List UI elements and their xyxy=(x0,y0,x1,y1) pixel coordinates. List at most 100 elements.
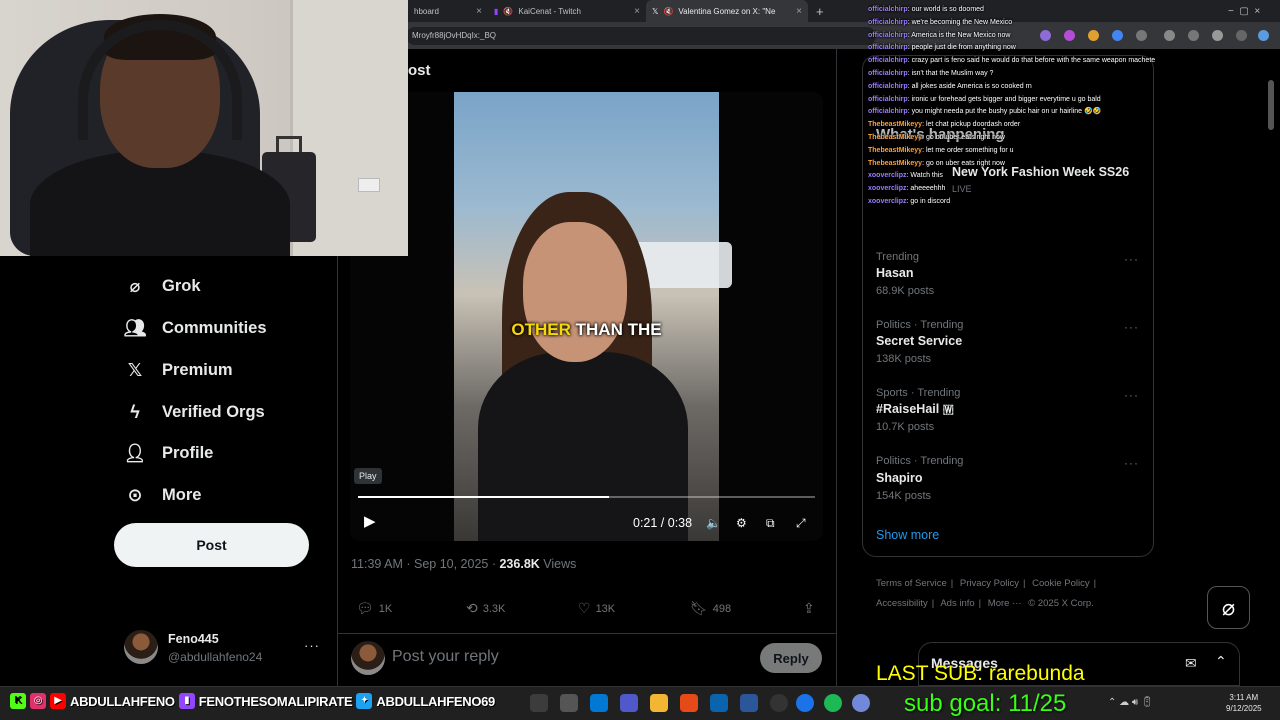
reply-action[interactable]: 💬︎ 1K xyxy=(356,600,392,617)
chat-message: ThebeastMikeyy: go on uber eats right no… xyxy=(868,158,1208,171)
video-player[interactable]: OTHER THAN THE Play ▶ 0:21 / 0:38 🔈 ⚙ ⧉ … xyxy=(350,92,823,541)
close-icon[interactable]: × xyxy=(476,6,482,17)
settings-gear-icon[interactable]: ⚙ xyxy=(736,516,747,530)
twitch-icon: ▮ xyxy=(178,693,195,709)
more-options-icon[interactable]: ··· xyxy=(304,638,320,653)
chat-username[interactable]: officialchirp xyxy=(868,70,908,77)
sidebar-item-grok[interactable]: ⌀ Grok xyxy=(124,275,201,297)
chat-username[interactable]: ThebeastMikeyy xyxy=(868,134,922,141)
new-message-icon[interactable]: ✉ xyxy=(1185,655,1197,672)
sidebar-item-verified-orgs[interactable]: ϟ Verified Orgs xyxy=(124,401,264,423)
accessibility-link[interactable]: Accessibility xyxy=(876,598,928,609)
chat-username[interactable]: ThebeastMikeyy xyxy=(868,121,922,128)
chevron-up-icon[interactable]: ⌃ xyxy=(1215,653,1227,670)
privacy-link[interactable]: Privacy Policy xyxy=(960,578,1019,589)
tab-x-post[interactable]: 𝕏 🔇 Valentina Gomez on X: "Ne × xyxy=(646,0,808,22)
bookmark-action[interactable]: 🔖︎ 498 xyxy=(690,600,731,617)
trend-item-secret-service[interactable]: Secret Service xyxy=(876,334,962,348)
chat-username[interactable]: officialchirp xyxy=(868,6,908,13)
terms-link[interactable]: Terms of Service xyxy=(876,578,947,589)
reply-button[interactable]: Reply xyxy=(760,643,822,673)
picture-in-picture-icon[interactable]: ⧉ xyxy=(766,516,775,531)
tab-twitch[interactable]: ▮ 🔇 KaiCenat - Twitch × xyxy=(488,0,646,22)
sidebar-item-profile[interactable]: 👤︎ Profile xyxy=(123,442,214,464)
discord-icon[interactable] xyxy=(852,694,870,712)
chrome-icon[interactable] xyxy=(796,694,814,712)
file-explorer-icon[interactable] xyxy=(650,694,668,712)
chat-username[interactable]: officialchirp xyxy=(868,32,908,39)
chat-message: officialchirp: you might needa put the b… xyxy=(868,106,1208,119)
avatar[interactable] xyxy=(351,641,385,675)
chat-username[interactable]: officialchirp xyxy=(868,108,908,115)
cookie-link[interactable]: Cookie Policy xyxy=(1032,578,1090,589)
chat-message: officialchirp: ironic ur forehead gets b… xyxy=(868,94,1208,107)
play-icon[interactable]: ▶ xyxy=(364,512,376,530)
chat-username[interactable]: xooverclipz xyxy=(868,172,907,179)
profile-icon[interactable] xyxy=(1212,30,1223,41)
tab-dashboard[interactable]: hboard × xyxy=(408,0,488,22)
search-icon[interactable] xyxy=(530,694,548,712)
video-progress-bar[interactable] xyxy=(358,496,815,498)
menu-icon[interactable] xyxy=(1236,30,1247,41)
sidebar-item-communities[interactable]: 👥︎ Communities xyxy=(124,317,267,339)
spotify-icon[interactable] xyxy=(824,694,842,712)
url-input[interactable]: Mroyfr88jOvHDqIx:_BQ xyxy=(406,27,876,45)
person-icon: 👤︎ xyxy=(123,442,147,463)
outlook-icon[interactable] xyxy=(710,694,728,712)
repost-action[interactable]: ⟲ 3.3K xyxy=(466,600,505,617)
close-icon[interactable]: × xyxy=(796,6,802,17)
chat-text: : isn't that the Muslim way ? xyxy=(907,69,994,77)
post-timestamp[interactable]: 11:39 AM · Sep 10, 2025 · xyxy=(351,557,499,571)
chat-username[interactable]: xooverclipz xyxy=(868,198,907,205)
mute-icon[interactable]: 🔇 xyxy=(663,7,673,16)
chat-username[interactable]: officialchirp xyxy=(868,44,908,51)
volume-icon[interactable]: 🔈 xyxy=(706,516,721,530)
office-icon[interactable] xyxy=(680,694,698,712)
system-clock[interactable]: 3:11 AM 9/12/2025 xyxy=(1226,692,1262,714)
grok-floating-button[interactable]: ⌀ xyxy=(1207,586,1250,629)
post-button[interactable]: Post xyxy=(114,523,309,567)
url-text: Mroyfr88jOvHDqIx:_BQ xyxy=(412,31,497,40)
reply-input[interactable]: Post your reply xyxy=(392,648,499,666)
trend-context: Trending xyxy=(876,251,920,263)
obs-icon[interactable] xyxy=(770,694,788,712)
sidebar-item-premium[interactable]: 𝕏 Premium xyxy=(124,359,233,381)
like-action[interactable]: ♡ 13K xyxy=(578,600,615,617)
trend-item-raisehail[interactable]: #RaiseHail 🇼 xyxy=(876,402,954,417)
ads-info-link[interactable]: Ads info xyxy=(940,598,974,609)
fullscreen-icon[interactable]: ⤢ xyxy=(796,516,806,531)
store-icon[interactable] xyxy=(740,694,758,712)
more-options-icon[interactable]: ··· xyxy=(1124,320,1139,334)
sidebar-item-label: Premium xyxy=(162,360,233,379)
chat-username[interactable]: xooverclipz xyxy=(868,185,907,192)
chat-username[interactable]: ThebeastMikeyy xyxy=(868,147,922,154)
chat-username[interactable]: ThebeastMikeyy xyxy=(868,160,922,167)
show-more-link[interactable]: Show more xyxy=(876,528,939,542)
chat-text: : Watch this xyxy=(906,172,943,180)
chat-username[interactable]: officialchirp xyxy=(868,57,908,64)
share-action[interactable]: ⇪ xyxy=(803,600,815,617)
copilot-icon[interactable] xyxy=(1258,30,1269,41)
chat-message: officialchirp: all jokes aside America i… xyxy=(868,81,1208,94)
scrollbar[interactable] xyxy=(1268,80,1274,130)
chat-username[interactable]: officialchirp xyxy=(868,83,908,90)
system-tray-icons[interactable]: ⌃ ☁ 🔊︎ 🔋︎ xyxy=(1108,697,1154,708)
more-options-icon[interactable]: ··· xyxy=(1124,388,1139,402)
new-tab-button[interactable]: + xyxy=(810,0,828,22)
teams-icon[interactable] xyxy=(620,694,638,712)
edge-icon[interactable] xyxy=(590,694,608,712)
mute-icon[interactable]: 🔇 xyxy=(503,7,513,16)
footer-more-link[interactable]: More ··· xyxy=(988,598,1022,609)
account-switcher[interactable]: Feno445 @abdullahfeno24 ··· xyxy=(124,630,324,670)
more-options-icon[interactable]: ··· xyxy=(1124,456,1139,470)
trend-item-hasan[interactable]: Hasan xyxy=(876,266,914,280)
task-view-icon[interactable] xyxy=(560,694,578,712)
close-icon[interactable]: × xyxy=(634,6,640,17)
sidebar-item-more[interactable]: ⊙ More xyxy=(124,484,201,506)
trend-item-shapiro[interactable]: Shapiro xyxy=(876,471,923,485)
chat-username[interactable]: officialchirp xyxy=(868,96,908,103)
more-options-icon[interactable]: ··· xyxy=(1124,252,1139,266)
chat-username[interactable]: officialchirp xyxy=(868,19,908,26)
window-controls[interactable]: − ▢ × xyxy=(1222,0,1266,22)
chat-text: : aheeeehhh xyxy=(906,185,946,193)
